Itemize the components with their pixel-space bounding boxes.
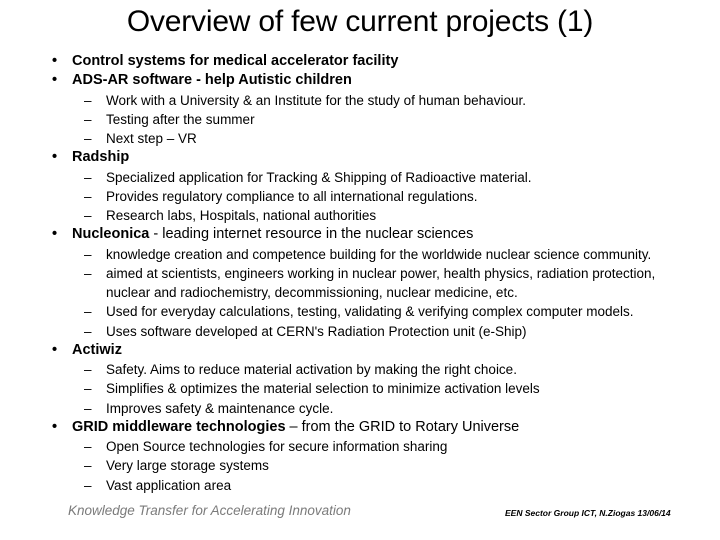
sub-list-item: – Open Source technologies for secure in…: [72, 437, 694, 456]
sub-list-item-label: Uses software developed at CERN's Radiat…: [106, 323, 527, 339]
bullet-glyph: •: [52, 149, 58, 166]
sub-list-item: – knowledge creation and competence buil…: [72, 245, 694, 264]
list-item-label-bold: GRID middleware technologies: [72, 418, 286, 435]
dash-glyph: –: [84, 458, 92, 474]
list-item-label: Nucleonica - leading internet resource i…: [72, 225, 694, 244]
dash-glyph: –: [84, 323, 92, 339]
list-item: • GRID middleware technologies – from th…: [30, 418, 694, 495]
sub-list-item: – Improves safety & maintenance cycle.: [72, 399, 694, 418]
list-item-label: Control systems for medical accelerator …: [72, 53, 399, 69]
list-item-label-regular: - leading internet resource in the nucle…: [149, 226, 474, 243]
dash-glyph: –: [84, 131, 92, 147]
sub-list-item-label: Vast application area: [106, 477, 232, 493]
sub-list-item-label: Improves safety & maintenance cycle.: [106, 400, 334, 416]
sub-list-item-label: Provides regulatory compliance to all in…: [106, 189, 478, 205]
sub-list-item: – Vast application area: [72, 476, 694, 495]
list-item-label: ADS-AR software - help Autistic children: [72, 72, 352, 89]
bullet-glyph: •: [52, 72, 58, 89]
sub-list-item-label: Specialized application for Tracking & S…: [106, 169, 532, 185]
sub-list-item: – Specialized application for Tracking &…: [72, 168, 694, 187]
sub-list-item: – Simplifies & optimizes the material se…: [72, 379, 694, 398]
dash-glyph: –: [84, 112, 92, 128]
dash-glyph: –: [84, 92, 92, 108]
list-item: • Control systems for medical accelerato…: [30, 52, 694, 71]
slide-footer-attribution: EEN Sector Group ICT, N.Ziogas 13/06/14: [505, 508, 671, 518]
bullet-glyph: •: [52, 418, 58, 435]
sub-list-item-label: Used for everyday calculations, testing,…: [106, 304, 634, 320]
bullet-list-level2: – Open Source technologies for secure in…: [72, 437, 694, 495]
sub-list-item: – Work with a University & an Institute …: [72, 91, 694, 110]
sub-list-item: – Safety. Aims to reduce material activa…: [72, 360, 694, 379]
list-item: • Actiwiz – Safety. Aims to reduce mater…: [30, 341, 694, 418]
sub-list-item: – Testing after the summer: [72, 110, 694, 129]
sub-list-item-label: Safety. Aims to reduce material activati…: [106, 362, 517, 378]
bullet-list-level2: – Specialized application for Tracking &…: [72, 168, 694, 226]
list-item: • ADS-AR software - help Autistic childr…: [30, 71, 694, 148]
sub-list-item-label: Very large storage systems: [106, 458, 269, 474]
sub-list-item-label: Simplifies & optimizes the material sele…: [106, 381, 540, 397]
sub-list-item: – Very large storage systems: [72, 456, 694, 475]
list-item-label: GRID middleware technologies – from the …: [72, 418, 694, 437]
dash-glyph: –: [84, 400, 92, 416]
bullet-list-level1: • Control systems for medical accelerato…: [30, 52, 694, 495]
sub-list-item-label: Research labs, Hospitals, national autho…: [106, 208, 377, 224]
slide-footer-tagline: Knowledge Transfer for Accelerating Inno…: [68, 503, 351, 518]
list-item: • Radship – Specialized application for …: [30, 148, 694, 225]
sub-list-item: – aimed at scientists, engineers working…: [72, 264, 694, 302]
dash-glyph: –: [84, 439, 92, 455]
sub-list-item-label: Open Source technologies for secure info…: [106, 439, 448, 455]
list-item-label: Actiwiz: [72, 341, 122, 358]
list-item-label: Radship: [72, 149, 130, 166]
slide-body: • Control systems for medical accelerato…: [30, 52, 694, 495]
bullet-list-level2: – knowledge creation and competence buil…: [72, 245, 694, 341]
page-title: Overview of few current projects (1): [126, 5, 594, 38]
dash-glyph: –: [84, 477, 92, 493]
bullet-glyph: •: [52, 53, 58, 69]
sub-list-item-label: aimed at scientists, engineers working i…: [106, 266, 656, 301]
dash-glyph: –: [84, 189, 92, 205]
list-item-label-bold: Nucleonica: [72, 226, 150, 243]
dash-glyph: –: [84, 208, 92, 224]
bullet-list-level2: – Work with a University & an Institute …: [72, 91, 694, 149]
sub-list-item: – Used for everyday calculations, testin…: [72, 302, 694, 321]
bullet-list-level2: – Safety. Aims to reduce material activa…: [72, 360, 694, 418]
slide: Overview of few current projects (1) • C…: [0, 0, 720, 540]
sub-list-item-label: Next step – VR: [106, 131, 197, 147]
list-item-label-regular: – from the GRID to Rotary Universe: [285, 418, 520, 435]
sub-list-item: – Next step – VR: [72, 129, 694, 148]
dash-glyph: –: [84, 381, 92, 397]
dash-glyph: –: [84, 304, 92, 320]
dash-glyph: –: [84, 169, 92, 185]
sub-list-item: – Uses software developed at CERN's Radi…: [72, 322, 694, 341]
dash-glyph: –: [84, 246, 92, 262]
sub-list-item-label: Testing after the summer: [106, 112, 255, 128]
bullet-glyph: •: [52, 226, 58, 243]
sub-list-item: – Research labs, Hospitals, national aut…: [72, 206, 694, 225]
sub-list-item-label: knowledge creation and competence buildi…: [106, 246, 652, 262]
sub-list-item: – Provides regulatory compliance to all …: [72, 187, 694, 206]
dash-glyph: –: [84, 362, 92, 378]
sub-list-item-label: Work with a University & an Institute fo…: [106, 92, 526, 108]
bullet-glyph: •: [52, 341, 58, 358]
dash-glyph: –: [84, 266, 92, 282]
list-item: • Nucleonica - leading internet resource…: [30, 225, 694, 340]
